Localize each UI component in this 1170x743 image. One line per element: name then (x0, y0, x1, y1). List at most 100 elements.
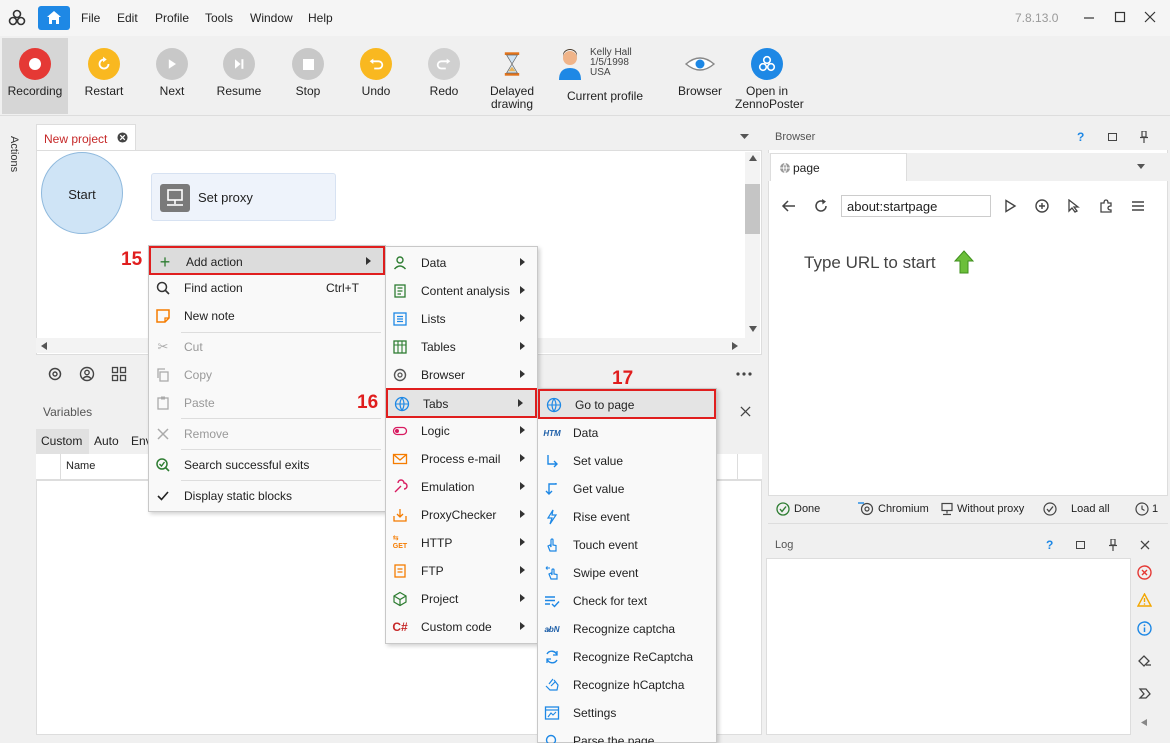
canvas-vertical-scroll-thumb[interactable] (745, 184, 760, 234)
tabs-set-value[interactable]: Set value (538, 447, 716, 475)
menu-help[interactable]: Help (308, 11, 333, 25)
start-node[interactable]: Start (41, 152, 123, 234)
reload-icon[interactable] (813, 198, 829, 214)
tabs-swipe-event[interactable]: Swipe event (538, 559, 716, 587)
submenu-http[interactable]: ⇆ GET HTTP (386, 529, 537, 557)
browser-button[interactable]: Browser (668, 48, 732, 98)
menu-add-action[interactable]: + Add action (149, 246, 385, 275)
warning-filter-icon[interactable] (1137, 593, 1152, 607)
menu-find-action[interactable]: Find action Ctrl+T (149, 274, 385, 302)
scroll-up-icon[interactable] (749, 155, 757, 161)
maximize-icon[interactable] (1113, 10, 1127, 24)
tabs-recognize-captcha[interactable]: a̷bN Recognize captcha (538, 615, 716, 643)
menu-file[interactable]: File (81, 11, 100, 25)
submenu-emulation[interactable]: Emulation (386, 473, 537, 501)
submenu-browser[interactable]: Browser (386, 361, 537, 389)
info-filter-icon[interactable] (1137, 621, 1152, 636)
home-button[interactable] (38, 6, 70, 30)
recording-button[interactable]: Recording (3, 48, 67, 98)
next-button[interactable]: Next (140, 48, 204, 98)
maximize-panel-icon[interactable] (1108, 133, 1117, 141)
menu-display-static-blocks[interactable]: Display static blocks (149, 482, 385, 510)
tabs-touch-event[interactable]: Touch event (538, 531, 716, 559)
set-proxy-node[interactable]: Set proxy (151, 173, 336, 221)
pin-log-icon[interactable] (1137, 686, 1152, 701)
tabs-check-for-text[interactable]: Check for text (538, 587, 716, 615)
close-window-icon[interactable] (1143, 10, 1157, 24)
go-play-icon[interactable] (1003, 199, 1017, 213)
tabs-rise-event[interactable]: Rise event (538, 503, 716, 531)
puzzle-extension-icon[interactable] (1098, 198, 1114, 214)
menu-profile[interactable]: Profile (155, 11, 189, 25)
menu-copy[interactable]: Copy (149, 361, 385, 389)
close-tab-icon[interactable] (117, 132, 128, 143)
redo-button[interactable]: Redo (412, 48, 476, 98)
undo-button[interactable]: Undo (344, 48, 408, 98)
back-arrow-icon[interactable] (781, 198, 797, 214)
tabs-recognize-recaptcha[interactable]: Recognize ReCaptcha (538, 643, 716, 671)
load-check-icon[interactable] (1043, 502, 1057, 516)
submenu-lists[interactable]: Lists (386, 305, 537, 333)
clear-log-icon[interactable] (1137, 653, 1152, 668)
browser-tabs-dropdown-icon[interactable] (1137, 164, 1145, 169)
menu-tools[interactable]: Tools (205, 11, 233, 25)
submenu-ftp[interactable]: FTP (386, 557, 537, 585)
status-engine[interactable]: Chromium (878, 503, 929, 515)
submenu-data[interactable]: Data (386, 249, 537, 277)
delayed-drawing-button[interactable]: Delayed drawing (480, 48, 544, 111)
submenu-process-email[interactable]: Process e-mail (386, 445, 537, 473)
log-maximize-icon[interactable] (1076, 541, 1085, 549)
pin-icon[interactable] (1139, 131, 1149, 143)
add-circle-icon[interactable] (1035, 199, 1049, 213)
log-help-icon[interactable]: ? (1046, 538, 1053, 552)
submenu-project[interactable]: Project (386, 585, 537, 613)
scroll-left-icon[interactable] (41, 342, 47, 350)
project-tab[interactable]: New project (36, 124, 136, 151)
scroll-right-icon[interactable] (732, 342, 738, 350)
chromium-icon[interactable] (858, 502, 874, 516)
browser-tab-page[interactable]: page (770, 153, 907, 181)
tabs-recognize-hcaptcha[interactable]: Recognize hCaptcha (538, 671, 716, 699)
menu-remove[interactable]: Remove (149, 420, 385, 448)
submenu-custom-code[interactable]: C# Custom code (386, 613, 537, 641)
tabs-dropdown-icon[interactable] (740, 134, 749, 140)
submenu-proxychecker[interactable]: ProxyChecker (386, 501, 537, 529)
submenu-content-analysis[interactable]: Content analysis (386, 277, 537, 305)
menu-cut[interactable]: ✂ Cut (149, 333, 385, 361)
minimize-icon[interactable] (1082, 10, 1096, 24)
settings-gear-icon[interactable] (47, 366, 63, 382)
resume-button[interactable]: Resume (207, 48, 271, 98)
more-dots-icon[interactable] (736, 372, 752, 376)
tabs-get-value[interactable]: Get value (538, 475, 716, 503)
url-input[interactable] (841, 195, 991, 217)
log-scroll-left-icon[interactable] (1141, 719, 1147, 726)
variables-tab-custom[interactable]: Custom (36, 429, 89, 454)
variables-tab-auto[interactable]: Auto (94, 434, 119, 448)
log-close-icon[interactable] (1140, 540, 1150, 550)
cursor-pointer-icon[interactable] (1067, 199, 1081, 213)
stop-button[interactable]: Stop (276, 48, 340, 98)
menu-paste[interactable]: Paste (149, 389, 385, 417)
canvas-vertical-scrollbar[interactable] (745, 152, 760, 338)
restart-button[interactable]: Restart (72, 48, 136, 98)
tabs-go-to-page[interactable]: Go to page (538, 389, 716, 419)
tabs-parse-the-page[interactable]: Parse the page (538, 727, 716, 743)
submenu-tables[interactable]: Tables (386, 333, 537, 361)
help-icon[interactable]: ? (1077, 130, 1084, 144)
actions-sidebar-tab[interactable]: Actions (8, 136, 28, 216)
grid-icon[interactable] (111, 366, 127, 382)
close-variables-icon[interactable] (740, 406, 751, 417)
menu-new-note[interactable]: New note (149, 302, 385, 330)
open-in-zennoposter-button[interactable]: Open in ZennoPoster (735, 48, 804, 111)
scroll-down-icon[interactable] (749, 326, 757, 332)
status-load[interactable]: Load all (1071, 503, 1110, 515)
timer-clock-icon[interactable] (1135, 502, 1149, 516)
submenu-tabs[interactable]: Tabs (386, 388, 537, 418)
log-pin-icon[interactable] (1108, 539, 1118, 551)
error-filter-icon[interactable] (1137, 565, 1152, 580)
menu-search-successful-exits[interactable]: Search successful exits (149, 451, 385, 479)
submenu-logic[interactable]: Logic (386, 417, 537, 445)
hamburger-menu-icon[interactable] (1131, 199, 1145, 213)
menu-edit[interactable]: Edit (117, 11, 138, 25)
column-name[interactable]: Name (66, 460, 95, 472)
